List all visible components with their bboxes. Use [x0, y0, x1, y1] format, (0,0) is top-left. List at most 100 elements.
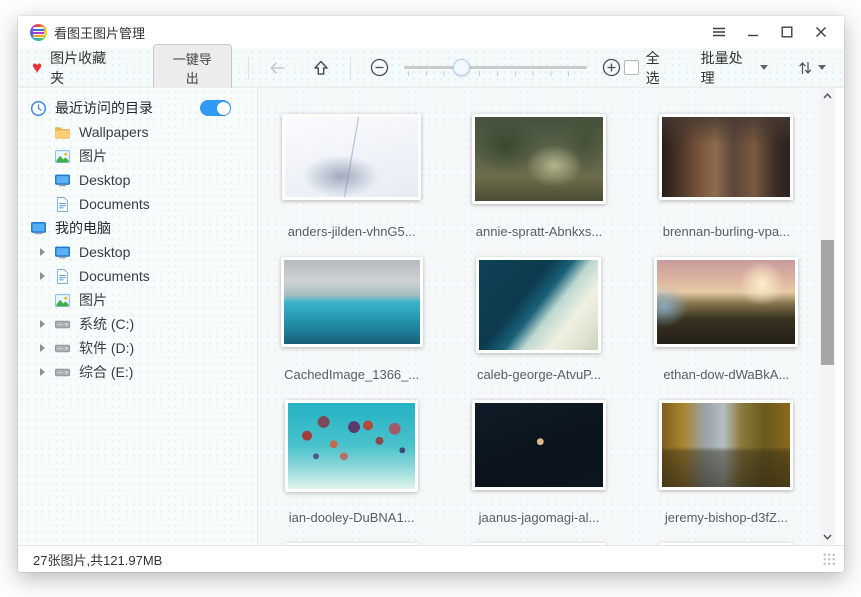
sidebar-item-label: Desktop: [79, 244, 130, 260]
zoom-slider-handle[interactable]: [453, 59, 470, 76]
thumbnail-card-partial[interactable]: [285, 543, 419, 545]
filename-label: annie-spratt-Abnkxs...: [476, 224, 602, 239]
grid-item: anders-jilden-vhnG5...: [258, 114, 445, 257]
minimize-button[interactable]: [736, 19, 770, 45]
resize-grip[interactable]: [823, 553, 836, 566]
filename-label: jeremy-bishop-d3fZ...: [665, 510, 788, 525]
zoom-slider-track[interactable]: [404, 66, 586, 69]
filename-label: anders-jilden-vhnG5...: [288, 224, 416, 239]
sidebar-item-my-computer[interactable]: 我的电脑: [18, 216, 257, 240]
drive-icon: [54, 316, 71, 333]
export-button[interactable]: 一键导出: [153, 44, 232, 92]
thumbnail-card[interactable]: [476, 257, 601, 353]
thumbnail-image: [662, 117, 790, 197]
expand-arrow-icon[interactable]: [40, 344, 54, 352]
sidebar-item-drive-e[interactable]: 综合 (E:): [18, 360, 257, 384]
triangle-right-icon: [40, 248, 45, 256]
expand-arrow-icon[interactable]: [40, 272, 54, 280]
close-button[interactable]: [804, 19, 838, 45]
document-icon: [54, 196, 71, 213]
caret-down-icon: [760, 65, 768, 70]
select-all-checkbox[interactable]: [624, 60, 639, 75]
caret-down-icon: [818, 65, 826, 70]
sidebar-item-wallpapers[interactable]: Wallpapers: [18, 120, 257, 144]
sort-dropdown[interactable]: [798, 60, 826, 76]
sidebar-item-label: 我的电脑: [55, 218, 111, 238]
filename-label: ethan-dow-dWaBkA...: [663, 367, 789, 382]
filename-label: ian-dooley-DuBNA1...: [289, 510, 415, 525]
thumbnail-card[interactable]: [282, 114, 421, 200]
scroll-down-icon[interactable]: [820, 529, 835, 545]
grid-item: jeremy-bishop-d3fZ...: [633, 400, 820, 543]
scrollbar-thumb[interactable]: [821, 240, 834, 365]
thumbnail-card-partial[interactable]: [472, 543, 606, 545]
grid-item: caleb-george-AtvuP...: [445, 257, 632, 400]
thumbnail-image: [657, 260, 795, 344]
thumbnail-card[interactable]: [472, 400, 606, 490]
sidebar-item-documents-2[interactable]: Documents: [18, 264, 257, 288]
sidebar-item-documents[interactable]: Documents: [18, 192, 257, 216]
toolbar-separator: [350, 57, 351, 79]
sidebar-item-label: Desktop: [79, 172, 130, 188]
expand-arrow-icon[interactable]: [40, 368, 54, 376]
thumbnail-zone: [281, 257, 423, 361]
zoom-slider[interactable]: [404, 58, 586, 78]
main-body: 最近访问的目录Wallpapers图片DesktopDocuments我的电脑D…: [18, 88, 844, 545]
filename-label: CachedImage_1366_...: [284, 367, 419, 382]
sidebar-item-pictures-2[interactable]: 图片: [18, 288, 257, 312]
batch-process-label: 批量处理: [701, 48, 754, 88]
thumbnail-image: [475, 117, 603, 201]
sidebar-item-label: 最近访问的目录: [55, 98, 153, 118]
zoom-in-icon[interactable]: [599, 55, 625, 81]
thumbnail-card[interactable]: [659, 400, 793, 490]
filename-label: brennan-burling-vpa...: [663, 224, 790, 239]
sidebar-item-desktop-2[interactable]: Desktop: [18, 240, 257, 264]
thumbnail-zone: [659, 114, 793, 218]
menu-icon[interactable]: [702, 19, 736, 45]
thumbnail-grid: anders-jilden-vhnG5... annie-spratt-Abnkx…: [258, 88, 820, 545]
recent-folders-toggle[interactable]: [200, 100, 231, 116]
sidebar-item-label: 综合 (E:): [79, 362, 133, 382]
thumbnail-card[interactable]: [654, 257, 798, 347]
sidebar-item-drive-d[interactable]: 软件 (D:): [18, 336, 257, 360]
thumbnail-card[interactable]: [281, 257, 423, 347]
batch-process-dropdown[interactable]: 批量处理: [701, 48, 768, 88]
thumbnail-image: [288, 403, 415, 489]
sort-icon: [798, 60, 812, 76]
image-icon: [54, 292, 71, 309]
parent-folder-icon[interactable]: [308, 55, 334, 81]
image-icon: [54, 148, 71, 165]
triangle-right-icon: [40, 368, 45, 376]
maximize-button[interactable]: [770, 19, 804, 45]
thumbnail-card-partial[interactable]: [659, 543, 793, 545]
vertical-scrollbar[interactable]: [820, 88, 835, 545]
select-all-label: 全选: [646, 48, 673, 88]
sidebar-item-recent-folders[interactable]: 最近访问的目录: [18, 96, 257, 120]
sidebar-item-drive-c[interactable]: 系统 (C:): [18, 312, 257, 336]
expand-arrow-icon[interactable]: [40, 248, 54, 256]
sidebar-item-label: 图片: [79, 290, 107, 310]
thumbnail-card[interactable]: [472, 114, 606, 204]
thumbnail-card[interactable]: [659, 114, 793, 200]
sidebar-item-desktop[interactable]: Desktop: [18, 168, 257, 192]
toolbar-right: 全选 批量处理: [624, 48, 830, 88]
thumbnail-zone: [659, 543, 793, 545]
sidebar-item-label: 软件 (D:): [79, 338, 134, 358]
app-window: 看图王图片管理 ♥ 图片收藏夹 一键导出: [18, 16, 844, 572]
image-count-status: 27张图片,共121.97MB: [33, 550, 162, 569]
sidebar-item-label: Documents: [79, 196, 150, 212]
back-icon[interactable]: [265, 55, 291, 81]
expand-arrow-icon[interactable]: [40, 320, 54, 328]
thumbnail-zone: [472, 114, 606, 218]
zoom-slider-ticks: [408, 71, 582, 76]
zoom-out-icon[interactable]: [367, 55, 393, 81]
thumbnail-area: anders-jilden-vhnG5... annie-spratt-Abnkx…: [258, 88, 820, 545]
sidebar-item-pictures[interactable]: 图片: [18, 144, 257, 168]
grid-item: ian-dooley-DuBNA1...: [258, 400, 445, 543]
thumbnail-image: [475, 403, 603, 487]
drive-icon: [54, 364, 71, 381]
thumbnail-zone: [282, 114, 421, 218]
thumbnail-card[interactable]: [285, 400, 418, 492]
scroll-up-icon[interactable]: [820, 88, 835, 104]
window-controls: [702, 19, 838, 45]
